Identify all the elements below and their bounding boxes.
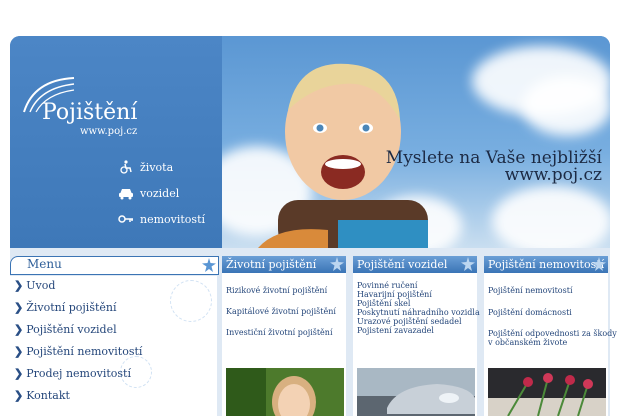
column-title: Pojištění nemovitostí: [488, 258, 605, 271]
link-skel[interactable]: Pojištění skel: [357, 299, 410, 308]
link-odpovednost[interactable]: Pojištění odpovednosti za škody: [488, 329, 617, 338]
link-domacnosti[interactable]: Pojištění domácnosti: [488, 308, 572, 317]
slogan: Myslete na Vaše nejbližší www.poj.cz: [386, 150, 602, 184]
wheelchair-icon: [120, 160, 132, 174]
sidebar-menu: Menu ❯ Uvod ❯ Životní pojištění ❯ Pojištění…: [10, 256, 219, 416]
column-nemovitosti: Pojištění nemovitostí Pojištění nemovito…: [484, 256, 617, 416]
column-header: Pojištění nemovitostí: [484, 256, 608, 273]
column-title: Životní pojištění: [226, 258, 317, 271]
menu-item-label: Životní pojištění: [26, 301, 117, 314]
column-title: Pojištění vozidel: [357, 258, 448, 271]
link-urazove[interactable]: Urazové pojištění sedadel: [357, 317, 462, 326]
menu-item-label: Prodej nemovitostí: [26, 367, 131, 380]
menu-item-zivotni[interactable]: ❯ Životní pojištění: [14, 301, 117, 314]
menu-header: Menu: [10, 256, 219, 275]
link-nahradni-vozidlo[interactable]: Poskytnutí náhradního vozidla: [357, 308, 480, 317]
menu-item-label: Uvod: [26, 279, 56, 292]
chevron-right-icon: ❯: [14, 389, 24, 402]
chevron-right-icon: ❯: [14, 367, 24, 380]
chevron-right-icon: ❯: [14, 301, 24, 314]
logo-title[interactable]: Pojištění: [42, 100, 137, 125]
menu-item-prodej[interactable]: ❯ Prodej nemovitostí: [14, 367, 131, 380]
slogan-line-2: www.poj.cz: [504, 165, 602, 185]
link-povinne-ruceni[interactable]: Povinné ručení: [357, 281, 417, 290]
menu-item-label: Pojištění vozidel: [26, 323, 117, 336]
menu-items: ❯ Uvod ❯ Životní pojištění ❯ Pojištění vozi…: [10, 276, 217, 416]
chevron-right-icon: ❯: [14, 323, 24, 336]
star-icon: [592, 257, 606, 271]
menu-item-vozidel[interactable]: ❯ Pojištění vozidel: [14, 323, 117, 336]
column-zivotni: Životní pojištění Rizikové životní pojiš…: [222, 256, 346, 416]
header-banner: Pojištění www.poj.cz života vozidel nemo…: [10, 36, 610, 248]
link-kapitalove[interactable]: Kapitálové životní pojištění: [226, 307, 336, 316]
nav-nemovitosti-label: nemovitostí: [140, 212, 206, 226]
column-vozidel: Pojištění vozidel Povinné ručení Havarij…: [353, 256, 480, 416]
logo-url: www.poj.cz: [80, 126, 138, 137]
nav-nemovitosti[interactable]: nemovitostí: [118, 212, 205, 226]
menu-item-kontakt[interactable]: ❯ Kontakt: [14, 389, 70, 402]
nav-zivota[interactable]: života: [118, 160, 173, 174]
menu-item-nemovitosti[interactable]: ❯ Pojištění nemovitostí: [14, 345, 142, 358]
woman-photo: [226, 368, 344, 416]
car-icon: [119, 189, 133, 200]
link-investicni[interactable]: Investiční životní pojištění: [226, 328, 333, 337]
column-header: Pojištění vozidel: [353, 256, 477, 273]
menu-item-label: Kontakt: [26, 389, 70, 402]
nav-vozidel-label: vozidel: [140, 186, 180, 200]
menu-item-uvod[interactable]: ❯ Uvod: [14, 279, 55, 292]
link-rizikove[interactable]: Rizikové životní pojištění: [226, 286, 327, 295]
star-icon: [330, 257, 344, 271]
chevron-right-icon: ❯: [14, 345, 24, 358]
menu-title: Menu: [27, 257, 62, 271]
link-odpovednost-line2[interactable]: v občanském živote: [488, 338, 567, 347]
link-pojisteni-nemovitosti[interactable]: Pojištění nemovitostí: [488, 286, 573, 295]
link-havarijni[interactable]: Havarijní pojištění: [357, 290, 432, 299]
star-icon: [202, 258, 216, 272]
page: Pojištění www.poj.cz života vozidel nemo…: [10, 36, 617, 416]
content-area: Menu ❯ Uvod ❯ Životní pojištění ❯ Pojištění…: [10, 248, 617, 416]
car-photo: [357, 368, 475, 416]
nav-vozidel[interactable]: vozidel: [118, 186, 179, 200]
chevron-right-icon: ❯: [14, 279, 24, 292]
column-header: Životní pojištění: [222, 256, 346, 273]
header-photo: Myslete na Vaše nejbližší www.poj.cz: [222, 36, 610, 248]
menu-item-label: Pojištění nemovitostí: [26, 345, 143, 358]
key-icon: [118, 215, 133, 223]
flowers-photo: [488, 368, 606, 416]
nav-zivota-label: života: [140, 160, 174, 174]
header-logo-panel: Pojištění www.poj.cz života vozidel nemo…: [10, 36, 222, 248]
star-icon: [461, 257, 475, 271]
link-zavazadel[interactable]: Pojistení zavazadel: [357, 326, 434, 335]
